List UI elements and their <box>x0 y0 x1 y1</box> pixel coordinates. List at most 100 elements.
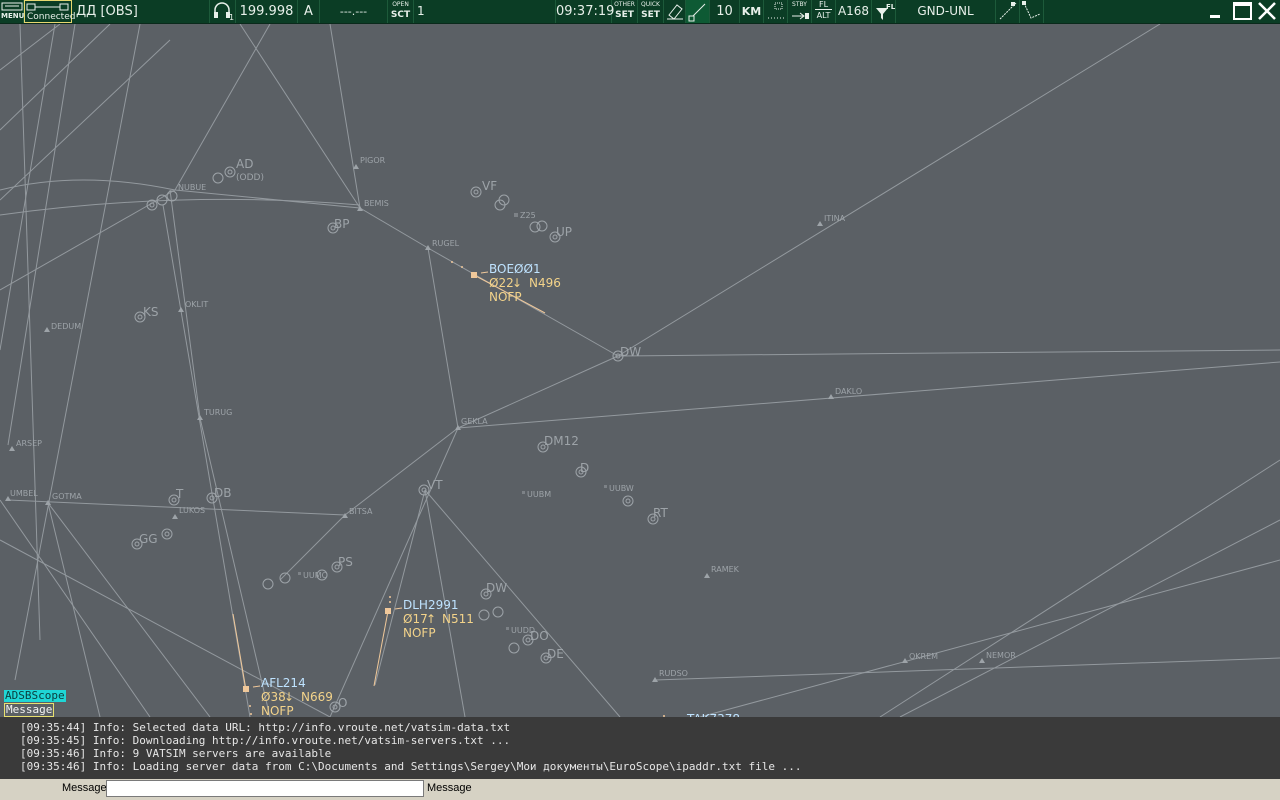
navaid-gg: GG <box>131 528 173 550</box>
target-speed: N496 <box>529 276 561 290</box>
svg-text:DEDUM: DEDUM <box>51 322 81 331</box>
svg-text:PIGOR: PIGOR <box>360 156 386 165</box>
target-trend: ↓ <box>512 276 522 290</box>
target-callsign[interactable]: DLH2991 <box>403 598 459 612</box>
target-symbol[interactable] <box>471 272 477 278</box>
airport-uubm: UUBM <box>522 490 551 499</box>
eraser-button[interactable] <box>664 0 686 23</box>
svg-text:AD: AD <box>236 157 253 171</box>
draw-line-button[interactable] <box>686 0 710 23</box>
sct-count: 1 <box>417 4 425 18</box>
svg-text:NUBUE: NUBUE <box>178 183 206 192</box>
callsign-display[interactable]: ДД [OBS] <box>72 0 210 23</box>
navaid-de: DE <box>540 647 564 664</box>
close-icon <box>1258 2 1276 20</box>
fl-label: FL <box>818 0 829 9</box>
route-button[interactable] <box>1020 0 1044 23</box>
fix-z25: Z25 <box>514 211 536 220</box>
aircraft-target-dlh2991[interactable]: DLH2991 Ø17 ↑ N511 NOFP <box>373 596 474 687</box>
open-label: OPEN <box>392 1 409 8</box>
secondary-frequency[interactable]: ---.--- <box>320 0 388 23</box>
measure-icon <box>999 2 1017 20</box>
svg-text:DW: DW <box>486 581 507 595</box>
altitude-filter-button[interactable]: FL <box>872 0 896 23</box>
fix-itina: ITINA <box>817 214 846 226</box>
navaid-vf: VF <box>470 179 510 211</box>
log-line: [09:35:46] Info: 9 VATSIM servers are av… <box>20 747 332 760</box>
target-symbol[interactable] <box>243 686 249 692</box>
eraser-icon <box>667 4 683 20</box>
minimize-button[interactable] <box>1206 1 1228 21</box>
other-set-label: SET <box>615 10 634 20</box>
aircraft-target-afl214[interactable]: AFL214 Ø38 ↓ N669 NOFP <box>232 613 333 717</box>
svg-text:GG: GG <box>139 532 158 546</box>
quick-set-button[interactable]: QUICK SET <box>638 0 664 23</box>
connect-button[interactable]: Connected <box>24 0 75 23</box>
secondary-frequency-label: ---.--- <box>339 5 368 18</box>
target-callsign[interactable]: AFL214 <box>261 676 306 690</box>
fix-dedum: DEDUM <box>44 322 81 332</box>
message-tag[interactable]: Message <box>4 703 55 717</box>
svg-text:RUDSO: RUDSO <box>659 669 688 678</box>
units-button[interactable]: KM <box>740 0 764 23</box>
target-altitude: Ø38 <box>261 690 286 704</box>
measure-button[interactable] <box>996 0 1020 23</box>
fix-nubue: NUBUE <box>178 183 206 192</box>
target-callsign[interactable]: BOEØØ1 <box>489 262 541 276</box>
fix-bitsa: BITSA <box>342 507 373 518</box>
open-sct-button[interactable]: OPEN SCT <box>388 0 414 23</box>
svg-text:ITINA: ITINA <box>824 214 846 223</box>
close-button[interactable] <box>1256 1 1278 21</box>
svg-text:O: O <box>338 696 347 710</box>
frequency-display[interactable]: 199.998 <box>236 0 298 23</box>
transition-value: A168 <box>837 4 870 18</box>
svg-text:NEMOR: NEMOR <box>986 651 1016 660</box>
target-speed: N511 <box>442 612 474 626</box>
navaids: AD (ODD) VF BP UP KS DW DM12 D T DB VT RT… <box>131 157 668 713</box>
sct-label: SCT <box>390 10 411 20</box>
layers-label: GND-UNL <box>917 4 974 18</box>
target-symbol[interactable] <box>385 608 391 614</box>
target-speed: N669 <box>301 690 333 704</box>
log-line: [09:35:44] Info: Selected data URL: http… <box>20 721 511 734</box>
range-display[interactable]: 10 <box>710 0 740 23</box>
fix-bemis: BEMIS <box>357 199 389 211</box>
fixes: PIGOR BEMIS RUGEL OKLIT DEDUM TURUG ARSE… <box>5 156 1016 682</box>
svg-text:UUMO: UUMO <box>303 571 328 580</box>
radar-scope[interactable]: PIGOR BEMIS RUGEL OKLIT DEDUM TURUG ARSE… <box>0 24 1280 717</box>
voice-button[interactable]: 1 <box>210 0 236 23</box>
fix-ramek: RAMEK <box>704 565 740 578</box>
transition-altitude[interactable]: A168 <box>836 0 872 23</box>
other-set-button[interactable]: OTHER SET <box>612 0 638 23</box>
filter-label: FL <box>886 3 896 11</box>
target-trend: ↓ <box>284 690 294 704</box>
target-altitude: Ø17 <box>403 612 428 626</box>
svg-text:RAMEK: RAMEK <box>711 565 740 574</box>
target-altitude: Ø22 <box>489 276 514 290</box>
navaid-t: T <box>168 487 184 506</box>
stby-button[interactable]: STBY <box>788 0 812 23</box>
layers-display[interactable]: GND-UNL <box>896 0 996 23</box>
maximize-button[interactable] <box>1232 1 1254 21</box>
stby-arrows-icon <box>792 12 809 20</box>
svg-text:GEKLA: GEKLA <box>461 417 488 426</box>
fl-alt-button[interactable]: FL ALT <box>812 0 836 23</box>
navaid-bp: BP <box>327 217 349 234</box>
quick-set-label: SET <box>641 10 660 20</box>
svg-text:Z25: Z25 <box>520 211 536 220</box>
airport-uumo: UUMO <box>298 571 328 580</box>
menu-button[interactable]: MENU <box>0 0 24 23</box>
clock-time: 09:37:19 <box>556 4 615 19</box>
message-input[interactable] <box>106 780 424 797</box>
dotted-box-button[interactable] <box>764 0 788 23</box>
message-label-left: Message <box>62 782 107 794</box>
svg-text:RUGEL: RUGEL <box>432 239 460 248</box>
range-value: 10 <box>716 4 733 19</box>
adsb-scope-tag[interactable]: ADSBScope <box>4 690 66 702</box>
svg-text:BP: BP <box>334 217 349 231</box>
atis-letter-button[interactable]: A <box>298 0 320 23</box>
aircraft-target-boe001[interactable]: BOEØØ1 Ø22 ↓ N496 NOFP <box>451 261 561 314</box>
line-tool-icon <box>688 3 706 22</box>
quick-label: QUICK <box>640 1 660 8</box>
svg-text:BEMIS: BEMIS <box>364 199 389 208</box>
